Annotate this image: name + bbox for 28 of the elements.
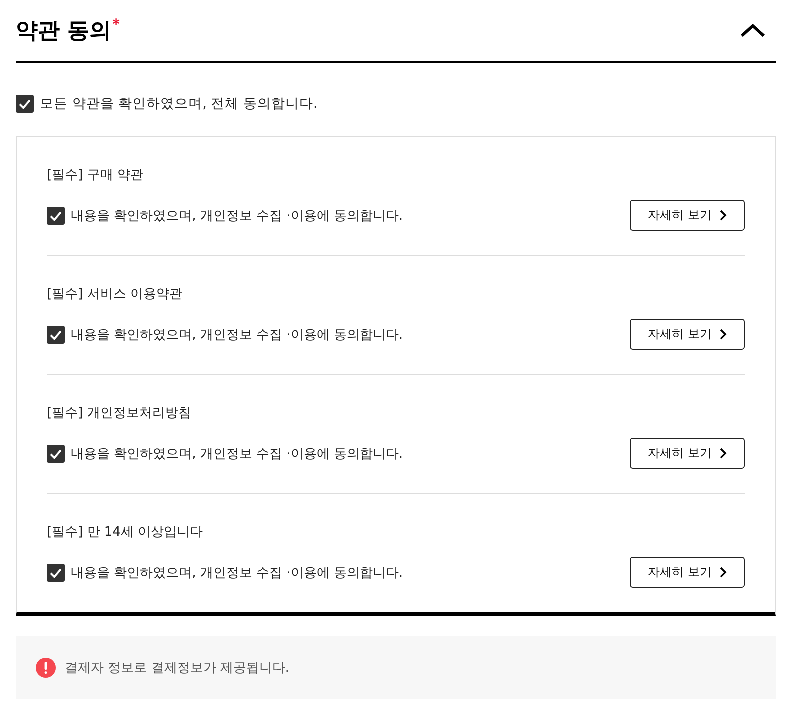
chevron-right-icon [720, 329, 727, 340]
collapse-toggle-button[interactable] [740, 24, 766, 38]
chevron-right-icon [720, 448, 727, 459]
caret-icon [740, 24, 766, 38]
notice-text: 결제자 정보로 결제정보가 제공됩니다. [65, 660, 290, 676]
chevron-right-icon [720, 210, 727, 221]
term-checkbox[interactable] [47, 444, 65, 462]
section-title: 약관 동의 [16, 18, 112, 46]
required-mark: * [112, 16, 120, 34]
view-details-button[interactable]: 자세히 보기 [630, 200, 745, 231]
term-checkbox[interactable] [47, 206, 65, 224]
term-agree-label: 내용을 확인하였으며, 개인정보 수집 ·이용에 동의합니다. [71, 446, 404, 462]
agree-all-label: 모든 약관을 확인하였으며, 전체 동의합니다. [40, 95, 318, 113]
term-checkbox[interactable] [47, 564, 65, 582]
term-title: [필수] 개인정보처리방침 [47, 405, 192, 423]
term-title: [필수] 구매 약관 [47, 167, 144, 185]
view-details-button[interactable]: 자세히 보기 [630, 557, 745, 588]
exclamation-icon [36, 658, 56, 678]
agree-all-checkbox[interactable] [16, 95, 34, 113]
view-details-button[interactable]: 자세히 보기 [630, 438, 745, 469]
term-title: [필수] 서비스 이용약관 [47, 286, 182, 304]
term-agree-label: 내용을 확인하였으며, 개인정보 수집 ·이용에 동의합니다. [71, 326, 404, 344]
term-title: [필수] 만 14세 이상입니다 [47, 524, 204, 542]
chevron-right-icon [720, 567, 727, 578]
term-checkbox[interactable] [47, 326, 65, 344]
view-details-button[interactable]: 자세히 보기 [630, 319, 745, 350]
term-agree-label: 내용을 확인하였으며, 개인정보 수집 ·이용에 동의합니다. [71, 208, 404, 224]
term-agree-label: 내용을 확인하였으며, 개인정보 수집 ·이용에 동의합니다. [71, 564, 404, 582]
